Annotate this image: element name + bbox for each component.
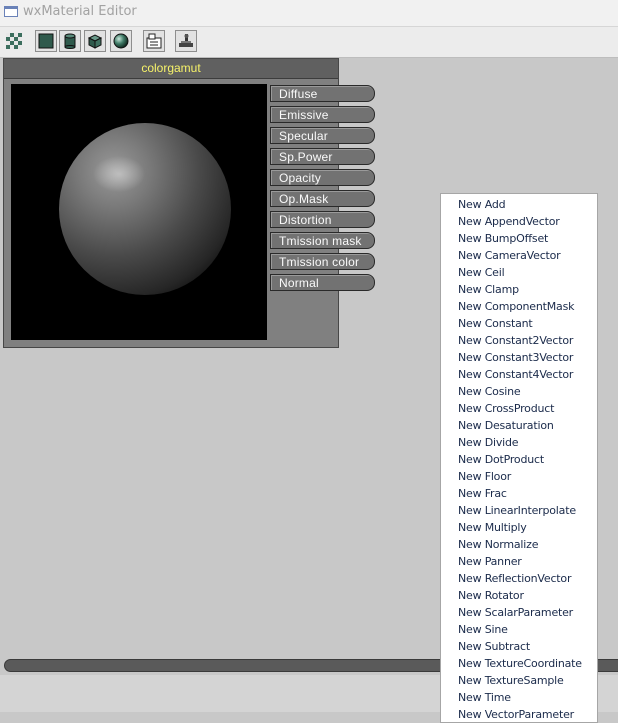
menu-item-new-constant4vector[interactable]: New Constant4Vector (458, 368, 573, 381)
toolbar (0, 27, 618, 58)
menu-item-new-floor[interactable]: New Floor (458, 470, 511, 483)
menu-item-new-componentmask[interactable]: New ComponentMask (458, 300, 574, 313)
input-slot-transmission-mask[interactable]: Tmission mask (270, 232, 375, 249)
menu-item-new-subtract[interactable]: New Subtract (458, 640, 530, 653)
menu-item-new-multiply[interactable]: New Multiply (458, 521, 527, 534)
input-slot-diffuse[interactable]: Diffuse (270, 85, 375, 102)
menu-item-new-time[interactable]: New Time (458, 691, 511, 704)
menu-item-new-constant[interactable]: New Constant (458, 317, 533, 330)
menu-item-new-appendvector[interactable]: New AppendVector (458, 215, 560, 228)
menu-item-new-reflectionvector[interactable]: New ReflectionVector (458, 572, 571, 585)
sphere-preview-icon (113, 33, 129, 49)
sphere-preview-button[interactable] (110, 30, 132, 52)
node-title: colorgamut (141, 61, 201, 75)
slot-label: Distortion (279, 213, 332, 227)
cylinder-preview-button[interactable] (59, 30, 81, 52)
apply-button[interactable] (175, 30, 197, 52)
menu-item-new-linearinterpolate[interactable]: New LinearInterpolate (458, 504, 576, 517)
menu-item-new-texturecoordinate[interactable]: New TextureCoordinate (458, 657, 582, 670)
menu-item-new-cameravector[interactable]: New CameraVector (458, 249, 561, 262)
input-slot-emissive[interactable]: Emissive (270, 106, 375, 123)
menu-item-new-frac[interactable]: New Frac (458, 487, 507, 500)
menu-item-new-rotator[interactable]: New Rotator (458, 589, 524, 602)
slot-label: Diffuse (279, 87, 318, 101)
slot-label: Tmission mask (279, 234, 362, 248)
menu-item-new-texturesample[interactable]: New TextureSample (458, 674, 564, 687)
input-slot-distortion[interactable]: Distortion (270, 211, 375, 228)
menu-item-new-bumpoffset[interactable]: New BumpOffset (458, 232, 548, 245)
slot-label: Tmission color (279, 255, 360, 269)
menu-item-new-sine[interactable]: New Sine (458, 623, 508, 636)
input-slot-opacity[interactable]: Opacity (270, 169, 375, 186)
slot-label: Opacity (279, 171, 322, 185)
input-slot-specular[interactable]: Specular (270, 127, 375, 144)
slot-label: Op.Mask (279, 192, 329, 206)
input-slot-specular-power[interactable]: Sp.Power (270, 148, 375, 165)
plane-preview-icon (38, 33, 54, 49)
menu-item-new-dotproduct[interactable]: New DotProduct (458, 453, 544, 466)
menu-item-new-constant3vector[interactable]: New Constant3Vector (458, 351, 573, 364)
context-menu: New Add New AppendVector New BumpOffset … (440, 193, 598, 723)
input-slot-opacity-mask[interactable]: Op.Mask (270, 190, 375, 207)
node-layout-icon (146, 33, 162, 49)
menu-item-new-constant2vector[interactable]: New Constant2Vector (458, 334, 573, 347)
menu-item-new-vectorparameter[interactable]: New VectorParameter (458, 708, 574, 721)
preview-sphere (59, 123, 231, 295)
menu-item-new-add[interactable]: New Add (458, 198, 506, 211)
checker-background-icon (6, 33, 22, 49)
window-icon (4, 6, 18, 17)
title-bar: wxMaterial Editor (0, 0, 618, 27)
checker-background-button[interactable] (3, 30, 25, 52)
input-slot-transmission-color[interactable]: Tmission color (270, 253, 375, 270)
slot-label: Normal (279, 276, 319, 290)
material-preview (11, 84, 267, 340)
cube-preview-icon (87, 34, 103, 49)
menu-item-new-desaturation[interactable]: New Desaturation (458, 419, 554, 432)
cube-preview-button[interactable] (84, 30, 106, 52)
menu-item-new-ceil[interactable]: New Ceil (458, 266, 505, 279)
menu-item-new-cosine[interactable]: New Cosine (458, 385, 521, 398)
node-layout-button[interactable] (143, 30, 165, 52)
slot-label: Specular (279, 129, 328, 143)
material-node[interactable]: colorgamut Diffuse Emissive Specular Sp.… (3, 58, 375, 348)
menu-item-new-normalize[interactable]: New Normalize (458, 538, 538, 551)
node-header[interactable]: colorgamut (4, 59, 338, 79)
menu-item-new-divide[interactable]: New Divide (458, 436, 519, 449)
slot-label: Emissive (279, 108, 329, 122)
cylinder-preview-icon (64, 33, 76, 49)
window-title: wxMaterial Editor (23, 4, 137, 19)
menu-item-new-scalarparameter[interactable]: New ScalarParameter (458, 606, 573, 619)
plane-preview-button[interactable] (35, 30, 57, 52)
slot-label: Sp.Power (279, 150, 333, 164)
input-slot-normal[interactable]: Normal (270, 274, 375, 291)
menu-item-new-panner[interactable]: New Panner (458, 555, 522, 568)
menu-item-new-clamp[interactable]: New Clamp (458, 283, 519, 296)
menu-item-new-crossproduct[interactable]: New CrossProduct (458, 402, 554, 415)
apply-icon (179, 34, 193, 47)
